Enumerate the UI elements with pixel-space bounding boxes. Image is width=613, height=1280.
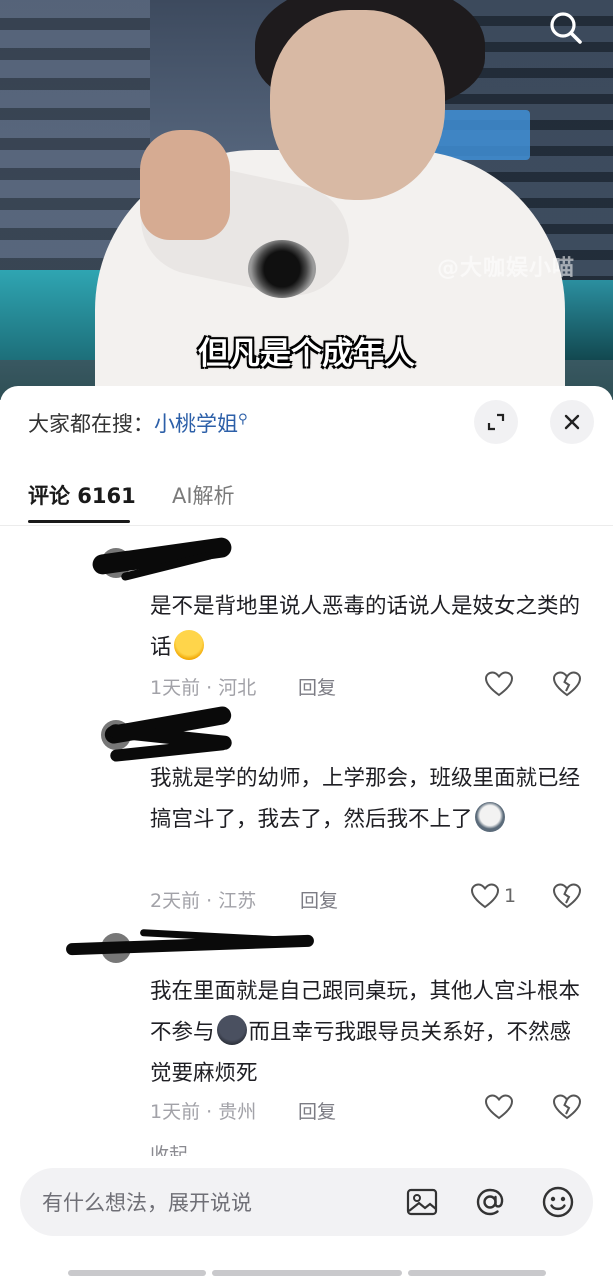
tab-ai-analysis[interactable]: AI解析	[172, 480, 235, 510]
expand-button[interactable]	[474, 400, 518, 444]
reply-button[interactable]: 回复	[300, 886, 338, 913]
heart-icon	[470, 883, 500, 909]
hot-search-prefix: 大家都在搜：	[28, 412, 154, 436]
comment-time-location: 1天前 · 贵州	[150, 1101, 257, 1123]
close-button[interactable]	[550, 400, 594, 444]
dislike-button[interactable]	[552, 670, 582, 702]
comment-input-placeholder: 有什么想法，展开说说	[42, 1191, 252, 1215]
like-button[interactable]	[484, 1093, 518, 1121]
video-player[interactable]: @大咖娱小喵 但凡是个成年人	[0, 0, 613, 400]
hot-search-keyword[interactable]: 小桃学姐	[154, 412, 238, 436]
wristwatch	[248, 240, 316, 298]
comment-tabs: 评论 6161 AI解析	[0, 466, 613, 526]
search-small-icon: ⚲	[238, 412, 248, 427]
heart-icon	[484, 1094, 514, 1120]
like-button[interactable]	[484, 670, 518, 698]
gesture-bar	[408, 1270, 546, 1276]
broken-heart-icon	[552, 1094, 582, 1120]
person-face	[270, 10, 445, 200]
person-hand	[140, 130, 230, 240]
comment-item: 我就是学的幼师，上学那会，班级里面就已经搞宫斗了，我去了，然后我不上了 2天前 …	[0, 705, 613, 928]
reply-button[interactable]: 回复	[298, 1097, 336, 1124]
comment-time-location: 2天前 · 江苏	[150, 890, 257, 912]
comment-input[interactable]: 有什么想法，展开说说	[20, 1168, 593, 1236]
dislike-button[interactable]	[552, 882, 582, 914]
comment-item: 我在里面就是自己跟同桌玩，其他人宫斗根本不参与 而且幸亏我跟导员关系好，不然感觉要…	[0, 929, 613, 1141]
gesture-bar	[68, 1270, 206, 1276]
comment-sheet: 大家都在搜：小桃学姐⚲ 评论 6161 AI解析 是不是背地里说人恶毒的话说人是…	[0, 386, 613, 1280]
comment-text: 我就是学的幼师，上学那会，班级里面就已经搞宫斗了，我去了，然后我不上了	[150, 766, 581, 832]
broken-heart-icon	[552, 671, 582, 697]
heart-icon	[484, 671, 514, 697]
gesture-bar	[212, 1270, 402, 1276]
reply-button[interactable]: 回复	[298, 673, 336, 700]
expand-icon	[487, 413, 505, 431]
emoji-icon[interactable]	[540, 1184, 576, 1220]
comment-item: 是不是背地里说人恶毒的话说人是妓女之类的话 1天前 · 河北 回复	[0, 536, 613, 716]
collapse-replies-button[interactable]: 收起	[150, 1144, 188, 1156]
laughing-crying-emoji	[173, 630, 204, 660]
dark-face-emoji	[216, 1015, 247, 1045]
broken-heart-icon	[552, 883, 582, 909]
close-icon	[564, 414, 580, 430]
video-watermark: @大咖娱小喵	[436, 256, 575, 281]
video-subtitle: 但凡是个成年人	[198, 336, 415, 372]
mention-icon[interactable]	[472, 1184, 508, 1220]
like-button[interactable]: 1	[470, 882, 516, 910]
comment-text: 是不是背地里说人恶毒的话说人是妓女之类的话	[150, 594, 581, 660]
image-icon[interactable]	[404, 1184, 440, 1220]
comment-time-location: 1天前 · 河北	[150, 677, 257, 699]
comment-text: 我在里面就是自己跟同桌玩，其他人宫斗根本不参与 而且幸亏我跟导员关系好，不然感觉要…	[150, 979, 581, 1086]
search-icon[interactable]	[546, 8, 586, 48]
husky-emoji	[474, 802, 505, 832]
dislike-button[interactable]	[552, 1093, 582, 1125]
tab-comments[interactable]: 评论 6161	[28, 480, 136, 510]
hot-search-bar[interactable]: 大家都在搜：小桃学姐⚲	[28, 408, 248, 438]
active-tab-indicator	[28, 520, 130, 523]
like-count: 1	[504, 885, 517, 907]
